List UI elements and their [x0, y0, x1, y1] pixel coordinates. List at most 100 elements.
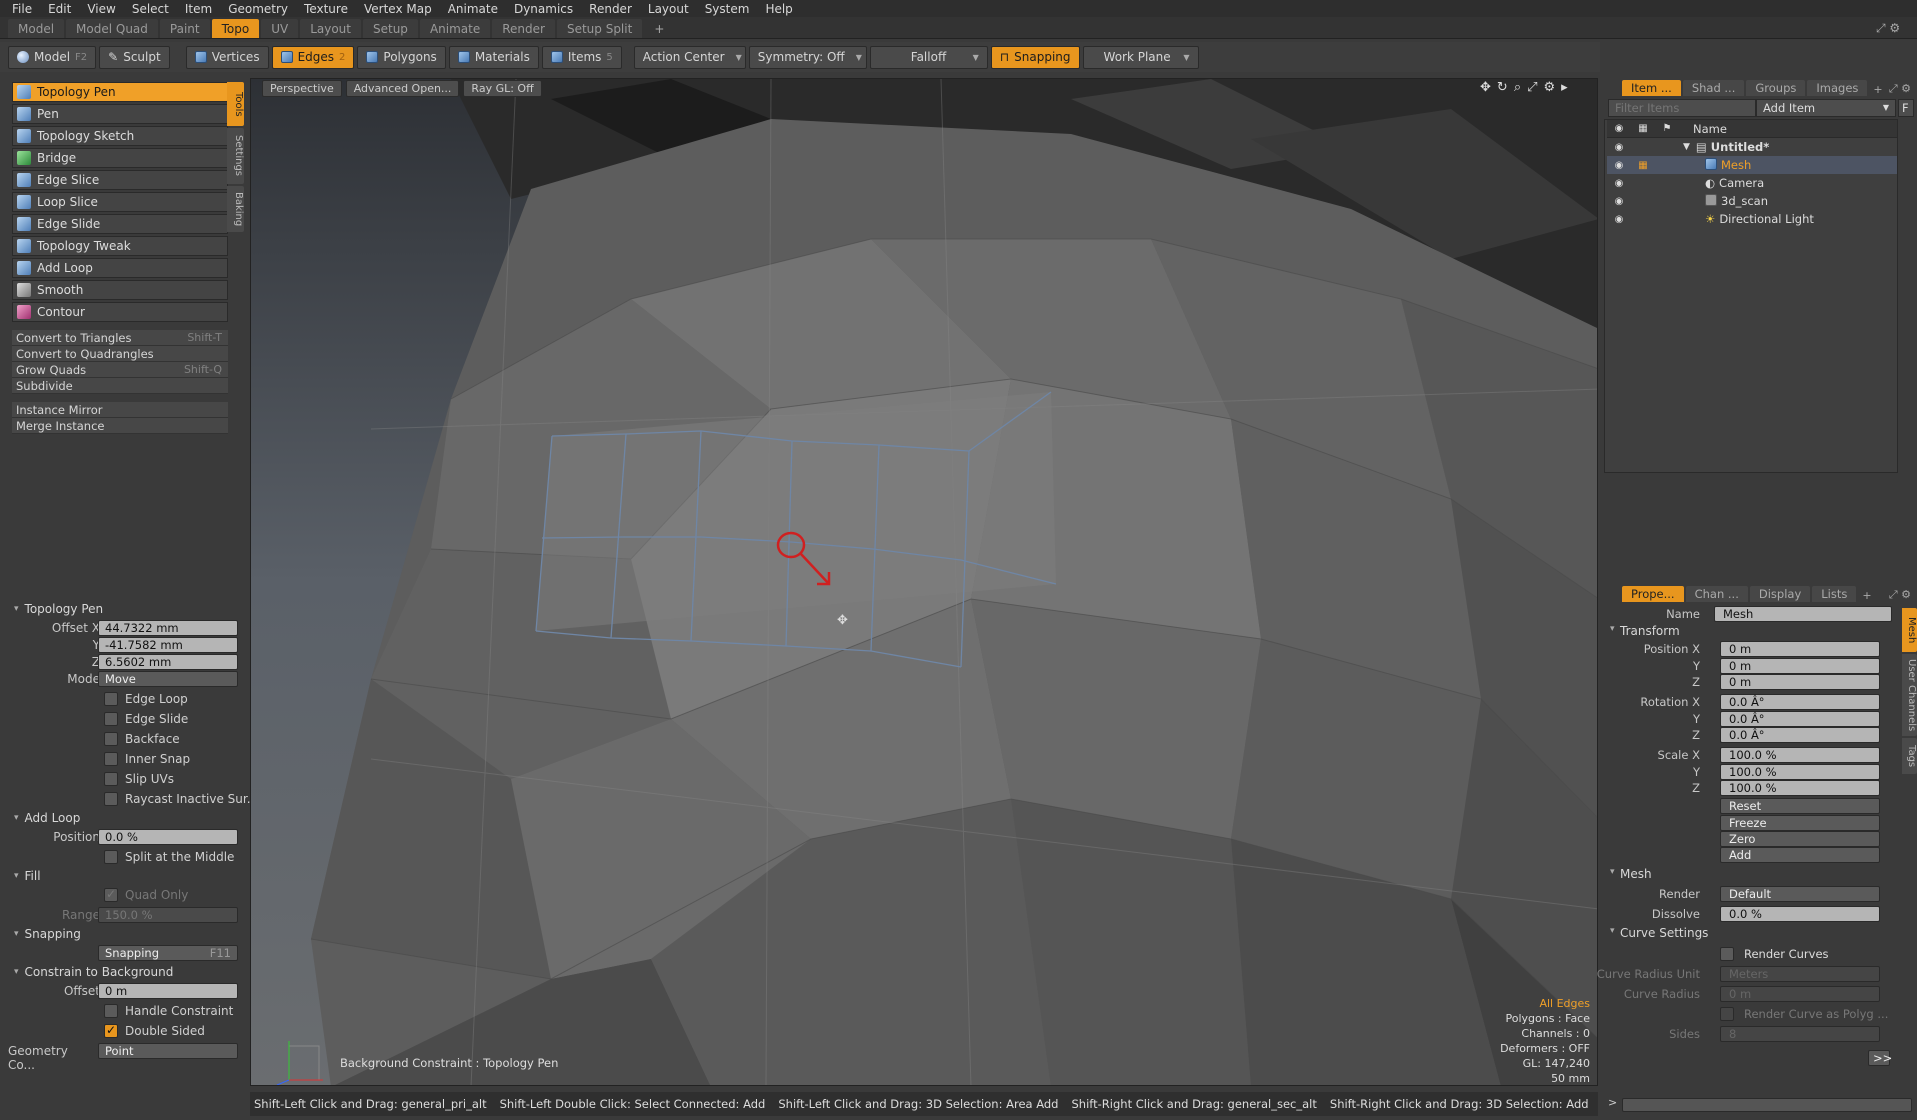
scale-x-field[interactable]: 100.0 %: [1720, 747, 1880, 763]
snapping-toggle[interactable]: Snapping F11: [98, 945, 238, 961]
topology-pen-tool[interactable]: Topology Pen: [12, 82, 228, 102]
menu-file[interactable]: File: [6, 2, 42, 16]
menu-dynamics[interactable]: Dynamics: [508, 2, 583, 16]
zero-dropdown[interactable]: Zero: [1720, 831, 1880, 847]
filter-button[interactable]: F: [1898, 99, 1914, 117]
expand-arrow-icon[interactable]: >: [1608, 1096, 1617, 1109]
rotation-x-field[interactable]: 0.0 Â°: [1720, 694, 1880, 710]
name-field[interactable]: Mesh: [1714, 606, 1892, 622]
mode-dropdown[interactable]: Move: [98, 671, 238, 687]
add-tab-icon[interactable]: +: [1858, 589, 1875, 602]
item-row-camera[interactable]: ◉ ◐ Camera: [1607, 174, 1897, 192]
slip-uvs-checkbox[interactable]: [104, 772, 118, 786]
freeze-dropdown[interactable]: Freeze: [1720, 815, 1880, 831]
eye-icon[interactable]: ◉: [1607, 196, 1631, 207]
add-item-dropdown[interactable]: Add Item ▼: [1756, 99, 1896, 117]
tab-images[interactable]: Images: [1807, 80, 1868, 96]
item-row-directional-light[interactable]: ◉ ☀ Directional Light: [1607, 210, 1897, 228]
side-tab-tags[interactable]: Tags: [1902, 738, 1917, 774]
edge-loop-checkbox[interactable]: [104, 692, 118, 706]
command-input[interactable]: [1622, 1098, 1912, 1112]
position-z-field[interactable]: 0 m: [1720, 674, 1880, 690]
side-tab-user-channels[interactable]: User Channels: [1902, 654, 1917, 736]
reset-dropdown[interactable]: Reset: [1720, 798, 1880, 814]
menu-geometry[interactable]: Geometry: [222, 2, 298, 16]
tab-render[interactable]: Render: [492, 19, 555, 38]
3d-viewport[interactable]: ✥: [250, 78, 1598, 1086]
expand-icon[interactable]: ▼: [1683, 142, 1690, 152]
offset-y-field[interactable]: -41.7582 mm: [98, 637, 238, 653]
vertices-button[interactable]: Vertices: [185, 45, 269, 69]
action-center-dropdown[interactable]: Action Center ▼: [633, 45, 746, 69]
menu-view[interactable]: View: [81, 2, 125, 16]
pan-icon[interactable]: ✥: [1480, 80, 1491, 95]
raycast-inactive-checkbox[interactable]: [104, 792, 118, 806]
handle-constraint-checkbox[interactable]: [104, 1004, 118, 1018]
tab-groups[interactable]: Groups: [1746, 80, 1806, 96]
falloff-dropdown[interactable]: Falloff ▼: [869, 45, 988, 69]
tab-uv[interactable]: UV: [261, 19, 299, 38]
menu-layout[interactable]: Layout: [642, 2, 699, 16]
inner-snap-checkbox[interactable]: [104, 752, 118, 766]
instance-mirror-button[interactable]: Instance Mirror: [12, 402, 228, 418]
loop-slice-tool[interactable]: Loop Slice: [12, 192, 228, 212]
materials-button[interactable]: Materials: [448, 45, 539, 69]
subdivide-button[interactable]: Subdivide: [12, 378, 228, 394]
convert-to-quadrangles-button[interactable]: Convert to Quadrangles: [12, 346, 228, 362]
topology-tweak-tool[interactable]: Topology Tweak: [12, 236, 228, 256]
curve-radius-unit-dropdown[interactable]: Meters: [1720, 966, 1880, 982]
tab-channels[interactable]: Chan ...: [1685, 586, 1748, 602]
tab-layout[interactable]: Layout: [300, 19, 361, 38]
offset-field[interactable]: 0 m: [98, 983, 238, 999]
add-tab-icon[interactable]: +: [644, 19, 674, 38]
side-tab-settings[interactable]: Settings: [227, 128, 244, 184]
transform-section[interactable]: Transform: [1606, 624, 1680, 640]
geometry-constraint-dropdown[interactable]: Point: [98, 1043, 238, 1059]
lock-icon[interactable]: ▦: [1631, 160, 1655, 171]
curve-radius-field[interactable]: 0 m: [1720, 986, 1880, 1002]
sides-field[interactable]: 8: [1720, 1026, 1880, 1042]
quad-only-checkbox[interactable]: [104, 887, 118, 902]
pen-tool[interactable]: Pen: [12, 104, 228, 124]
menu-item[interactable]: Item: [179, 2, 222, 16]
double-sided-checkbox[interactable]: [104, 1023, 118, 1038]
convert-to-triangles-button[interactable]: Convert to Triangles Shift-T: [12, 330, 228, 346]
constrain-background-section[interactable]: Constrain to Background: [6, 963, 246, 981]
tab-items[interactable]: Item ...: [1622, 80, 1681, 96]
tab-animate[interactable]: Animate: [419, 19, 491, 38]
split-middle-checkbox[interactable]: [104, 850, 118, 864]
menu-edit[interactable]: Edit: [42, 2, 81, 16]
side-tab-baking[interactable]: Baking: [227, 186, 244, 232]
position-y-field[interactable]: 0 m: [1720, 658, 1880, 674]
topology-pen-section[interactable]: Topology Pen: [6, 600, 246, 618]
tab-properties[interactable]: Prope...: [1622, 586, 1684, 602]
zoom-icon[interactable]: ⌕: [1514, 80, 1521, 95]
rotate-icon[interactable]: ↻: [1497, 80, 1508, 95]
polygons-button[interactable]: Polygons: [357, 45, 446, 69]
panel-options-icon[interactable]: ⤢ ⚙: [1889, 82, 1917, 96]
name-column-header[interactable]: Name: [1693, 122, 1727, 136]
smooth-tool[interactable]: Smooth: [12, 280, 228, 300]
fill-section[interactable]: Fill: [6, 867, 246, 885]
add-loop-tool[interactable]: Add Loop: [12, 258, 228, 278]
tab-lists[interactable]: Lists: [1812, 586, 1857, 602]
menu-help[interactable]: Help: [759, 2, 802, 16]
maximize-icon[interactable]: ⤢: [1527, 80, 1537, 95]
arrow-right-icon[interactable]: ▸: [1561, 80, 1568, 95]
eye-icon[interactable]: ◉: [1607, 142, 1631, 153]
menu-system[interactable]: System: [699, 2, 760, 16]
menu-texture[interactable]: Texture: [298, 2, 358, 16]
item-row-3d-scan[interactable]: ◉ 3d_scan: [1607, 192, 1897, 210]
rotation-z-field[interactable]: 0.0 Â°: [1720, 727, 1880, 743]
tab-paint[interactable]: Paint: [159, 19, 210, 38]
contour-tool[interactable]: Contour: [12, 302, 228, 322]
window-controls-icon[interactable]: ⤢ ⚙: [1876, 21, 1900, 36]
filter-items-input[interactable]: [1608, 99, 1756, 117]
eye-icon[interactable]: ◉: [1607, 178, 1631, 189]
view-type-button[interactable]: Perspective: [262, 80, 342, 97]
add-dropdown[interactable]: Add: [1720, 847, 1880, 863]
curve-settings-section[interactable]: Curve Settings: [1606, 926, 1708, 942]
rotation-y-field[interactable]: 0.0 Â°: [1720, 711, 1880, 727]
backface-checkbox[interactable]: [104, 732, 118, 746]
shading-mode-button[interactable]: Advanced Open...: [345, 80, 460, 97]
